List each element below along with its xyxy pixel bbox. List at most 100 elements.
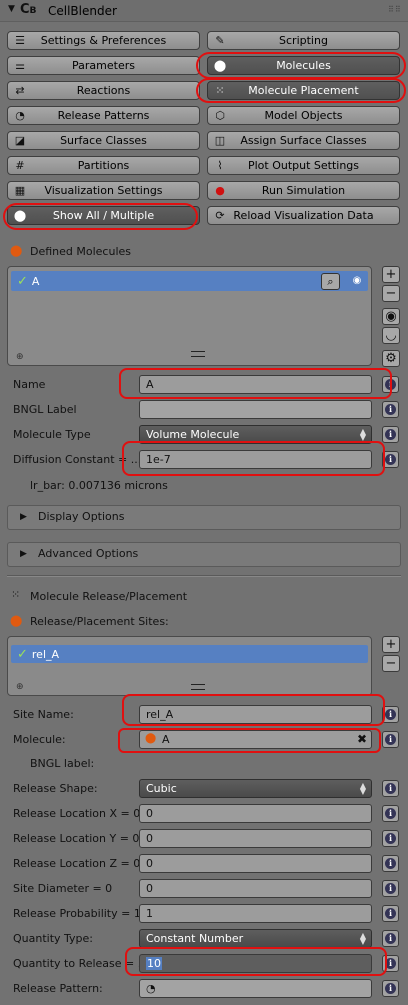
info-icon[interactable]: i <box>382 855 399 872</box>
reactions-button[interactable]: ⇄ Reactions <box>7 81 200 100</box>
site-name-field[interactable]: rel_A <box>139 705 372 724</box>
molecule-icon: ⬤ <box>10 244 23 257</box>
settings-icon: ☰ <box>15 34 25 47</box>
reload-visualization-button[interactable]: ⟳ Reload Visualization Data <box>207 206 400 225</box>
release-patterns-button[interactable]: ◔ Release Patterns <box>7 106 200 125</box>
collapse-triangle-icon[interactable]: ▼ <box>8 4 15 14</box>
reaction-arrows-icon: ⇄ <box>15 84 25 97</box>
loc-x-field[interactable]: 0 <box>139 804 372 823</box>
dots-grid-icon: ⁙ <box>215 84 225 97</box>
quantity-to-release-label: Quantity to Release = ... <box>13 957 149 970</box>
molecule-placement-button[interactable]: ⁙ Molecule Placement <box>207 81 400 100</box>
info-icon[interactable]: i <box>382 451 399 468</box>
bngl-label-field[interactable] <box>139 400 372 419</box>
molecule-icon: ⬤ <box>145 733 157 744</box>
eye-icon[interactable]: ◉ <box>348 275 366 289</box>
info-icon[interactable]: i <box>382 401 399 418</box>
bngl-label-text: BNGL label: <box>30 757 95 770</box>
eye-closed-icon[interactable]: ◡ <box>382 327 400 344</box>
add-molecule-button[interactable]: + <box>382 266 400 283</box>
script-icon: ✎ <box>215 34 225 47</box>
clear-x-icon[interactable]: ✖ <box>357 732 367 746</box>
panel-title: CellBlender <box>48 4 117 18</box>
info-icon[interactable]: i <box>382 805 399 822</box>
site-diameter-field[interactable]: 0 <box>139 879 372 898</box>
molecules-button[interactable]: ⬤ Molecules <box>207 56 400 75</box>
release-pattern-label: Release Pattern: <box>13 982 103 995</box>
molecule-search-field[interactable]: ⬤ A ✖ <box>139 730 372 749</box>
molecule-type-label: Molecule Type <box>13 428 91 441</box>
add-small-icon[interactable]: ⊕ <box>16 352 24 362</box>
clock-icon: ◔ <box>15 109 25 122</box>
add-small-icon[interactable]: ⊕ <box>16 682 24 692</box>
diffusion-constant-field[interactable]: 1e-7 <box>139 450 372 469</box>
info-icon[interactable]: i <box>382 376 399 393</box>
release-probability-label: Release Probability = 1 <box>13 907 141 920</box>
loc-x-label: Release Location X = 0 <box>13 807 141 820</box>
info-icon[interactable]: i <box>382 880 399 897</box>
loc-y-label: Release Location Y = 0 <box>13 832 140 845</box>
defined-molecules-label: Defined Molecules <box>30 245 132 258</box>
remove-site-button[interactable]: − <box>382 655 400 672</box>
cube-outline-icon: ◫ <box>214 134 226 147</box>
loc-z-field[interactable]: 0 <box>139 854 372 873</box>
info-icon[interactable]: i <box>382 930 399 947</box>
grid-icon: # <box>15 159 25 172</box>
resize-handle-icon[interactable] <box>191 684 205 690</box>
section-divider <box>7 575 401 577</box>
display-options-panel[interactable]: ▶ Display Options <box>7 505 401 530</box>
surface-classes-button[interactable]: ◪ Surface Classes <box>7 131 200 150</box>
info-icon[interactable]: i <box>382 980 399 997</box>
molecule-type-dropdown[interactable]: Volume Molecule ▲ ▼ <box>139 425 372 444</box>
name-label: Name <box>13 378 46 391</box>
release-shape-label: Release Shape: <box>13 782 98 795</box>
list-item[interactable]: ✓ A <box>11 271 368 291</box>
show-all-button[interactable]: ⬤ Show All / Multiple <box>7 206 200 225</box>
quantity-type-label: Quantity Type: <box>13 932 94 945</box>
model-objects-button[interactable]: ⬡ Model Objects <box>207 106 400 125</box>
eye-toggle-icon[interactable]: ◉ <box>382 308 400 325</box>
visualization-settings-button[interactable]: ▦ Visualization Settings <box>7 181 200 200</box>
run-simulation-button[interactable]: ● Run Simulation <box>207 181 400 200</box>
release-probability-field[interactable]: 1 <box>139 904 372 923</box>
release-site-list[interactable]: ✓ rel_A ⊕ <box>7 636 372 696</box>
bngl-label-label: BNGL Label <box>13 403 77 416</box>
partitions-button[interactable]: # Partitions <box>7 156 200 175</box>
updown-arrow-icon: ▲ ▼ <box>359 427 366 442</box>
gear-icon[interactable]: ⚙ <box>382 350 400 367</box>
release-sites-label: Release/Placement Sites: <box>30 615 169 628</box>
info-icon[interactable]: i <box>382 955 399 972</box>
lr-bar-text: lr_bar: 0.007136 microns <box>30 479 168 492</box>
info-icon[interactable]: i <box>382 780 399 797</box>
surface-icon: ◪ <box>14 134 26 147</box>
scripting-button[interactable]: ✎ Scripting <box>207 31 400 50</box>
cube-icon: ⬡ <box>215 109 225 122</box>
info-icon[interactable]: i <box>382 706 399 723</box>
resize-handle-icon[interactable] <box>191 351 205 357</box>
release-pattern-field[interactable]: ◔ <box>139 979 372 998</box>
assign-surface-classes-button[interactable]: ◫ Assign Surface Classes <box>207 131 400 150</box>
advanced-options-panel[interactable]: ▶ Advanced Options <box>7 542 401 567</box>
drag-grip-icon[interactable]: ⠿⠿ <box>388 5 401 15</box>
magnifier-icon[interactable]: ⌕ <box>321 273 340 290</box>
quantity-type-dropdown[interactable]: Constant Number ▲ ▼ <box>139 929 372 948</box>
info-icon[interactable]: i <box>382 731 399 748</box>
placement-section-label: Molecule Release/Placement <box>30 590 188 603</box>
updown-arrow-icon: ▲ ▼ <box>359 931 366 946</box>
expand-triangle-icon: ▶ <box>20 512 27 522</box>
molecule-list[interactable]: ✓ A ⌕ ◉ ⊕ <box>7 266 372 366</box>
info-icon[interactable]: i <box>382 905 399 922</box>
name-field[interactable]: A <box>139 375 372 394</box>
info-icon[interactable]: i <box>382 426 399 443</box>
plot-output-button[interactable]: ⌇ Plot Output Settings <box>207 156 400 175</box>
info-icon[interactable]: i <box>382 830 399 847</box>
list-item[interactable]: ✓ rel_A <box>11 645 368 663</box>
remove-molecule-button[interactable]: − <box>382 285 400 302</box>
parameters-button[interactable]: ⚌ Parameters <box>7 56 200 75</box>
panel-header[interactable]: ▼ CB CellBlender ⠿⠿ <box>0 0 408 22</box>
add-site-button[interactable]: + <box>382 636 400 653</box>
release-shape-dropdown[interactable]: Cubic ▲ ▼ <box>139 779 372 798</box>
quantity-to-release-field[interactable]: 10 <box>139 954 372 973</box>
loc-y-field[interactable]: 0 <box>139 829 372 848</box>
settings-button[interactable]: ☰ Settings & Preferences <box>7 31 200 50</box>
